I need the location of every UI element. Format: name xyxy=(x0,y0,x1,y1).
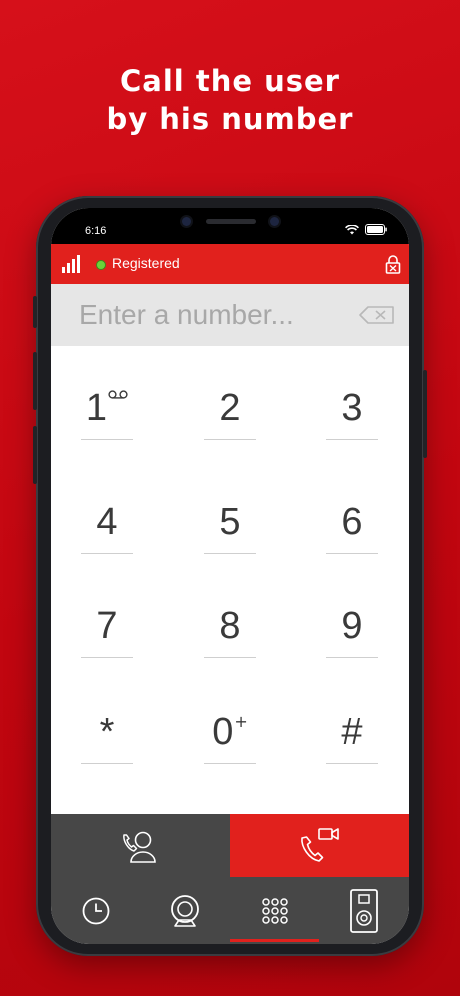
phone-volume-down xyxy=(33,426,37,484)
number-entry-bar xyxy=(51,284,409,346)
key-digit: * xyxy=(99,710,115,753)
headline: Call the user by his number xyxy=(0,62,460,138)
key-4[interactable]: 4 xyxy=(81,490,133,554)
key-digit: 8 xyxy=(219,604,241,647)
tab-intercom[interactable] xyxy=(319,877,408,944)
key-digit: 5 xyxy=(219,500,241,543)
key-digit: 7 xyxy=(96,604,118,647)
registration-status: Registered xyxy=(112,255,180,271)
keypad-icon xyxy=(261,897,288,924)
signal-strength-icon xyxy=(62,255,80,273)
intercom-icon xyxy=(349,888,378,933)
number-input[interactable] xyxy=(79,298,349,332)
key-digit: 1 xyxy=(85,386,108,429)
tab-history[interactable] xyxy=(51,877,140,944)
key-1[interactable]: 1 xyxy=(81,376,133,440)
lock-icon[interactable] xyxy=(385,254,401,274)
phone-power-button xyxy=(423,370,427,458)
backspace-icon[interactable] xyxy=(359,306,395,324)
tab-video[interactable] xyxy=(140,877,229,944)
key-8[interactable]: 8 xyxy=(204,594,256,658)
key-9[interactable]: 9 xyxy=(326,594,378,658)
phone-screen: 6:16 Registered Enter a number... 1 2 3 … xyxy=(51,208,409,944)
key-digit: 4 xyxy=(96,500,118,543)
key-digit: 2 xyxy=(219,386,241,429)
webcam-icon xyxy=(170,894,199,927)
headline-line-1: Call the user xyxy=(120,64,340,98)
key-digit: 0 xyxy=(212,710,234,753)
key-sub: + xyxy=(234,712,248,731)
key-digit: 3 xyxy=(341,386,363,429)
status-bar: 6:16 xyxy=(51,208,409,244)
bottom-tab-bar xyxy=(51,877,409,944)
key-2[interactable]: 2 xyxy=(204,376,256,440)
key-0[interactable]: 0 + xyxy=(204,700,256,764)
video-call-icon xyxy=(301,828,339,862)
registered-status-dot xyxy=(96,260,106,270)
phone-side-button xyxy=(33,296,37,328)
key-digit: 6 xyxy=(341,500,363,543)
tab-keypad[interactable] xyxy=(230,877,319,944)
wifi-icon xyxy=(345,224,359,234)
status-time: 6:16 xyxy=(85,225,107,237)
app-header: Registered xyxy=(51,244,409,284)
key-digit: # xyxy=(341,710,363,753)
key-star[interactable]: * xyxy=(81,700,133,764)
camera-icon xyxy=(182,217,191,226)
key-5[interactable]: 5 xyxy=(204,490,256,554)
action-row xyxy=(51,814,409,877)
key-7[interactable]: 7 xyxy=(81,594,133,658)
contact-phone-icon xyxy=(123,831,156,863)
voicemail-icon xyxy=(108,390,128,399)
phone-volume-up xyxy=(33,352,37,410)
key-6[interactable]: 6 xyxy=(326,490,378,554)
selected-tab-indicator xyxy=(230,939,319,942)
key-3[interactable]: 3 xyxy=(326,376,378,440)
video-call-button[interactable] xyxy=(230,814,409,877)
battery-icon xyxy=(365,224,387,235)
sensor-icon xyxy=(270,217,279,226)
headline-line-2: by his number xyxy=(106,102,354,136)
key-hash[interactable]: # xyxy=(326,700,378,764)
key-digit: 9 xyxy=(341,604,363,647)
speaker-grille xyxy=(206,219,256,224)
contact-call-button[interactable] xyxy=(51,814,230,877)
notch xyxy=(138,208,324,238)
clock-icon xyxy=(82,897,109,924)
keypad: 1 2 3 4 5 6 7 8 9 * 0 + # xyxy=(51,346,409,814)
status-icons xyxy=(345,224,387,235)
